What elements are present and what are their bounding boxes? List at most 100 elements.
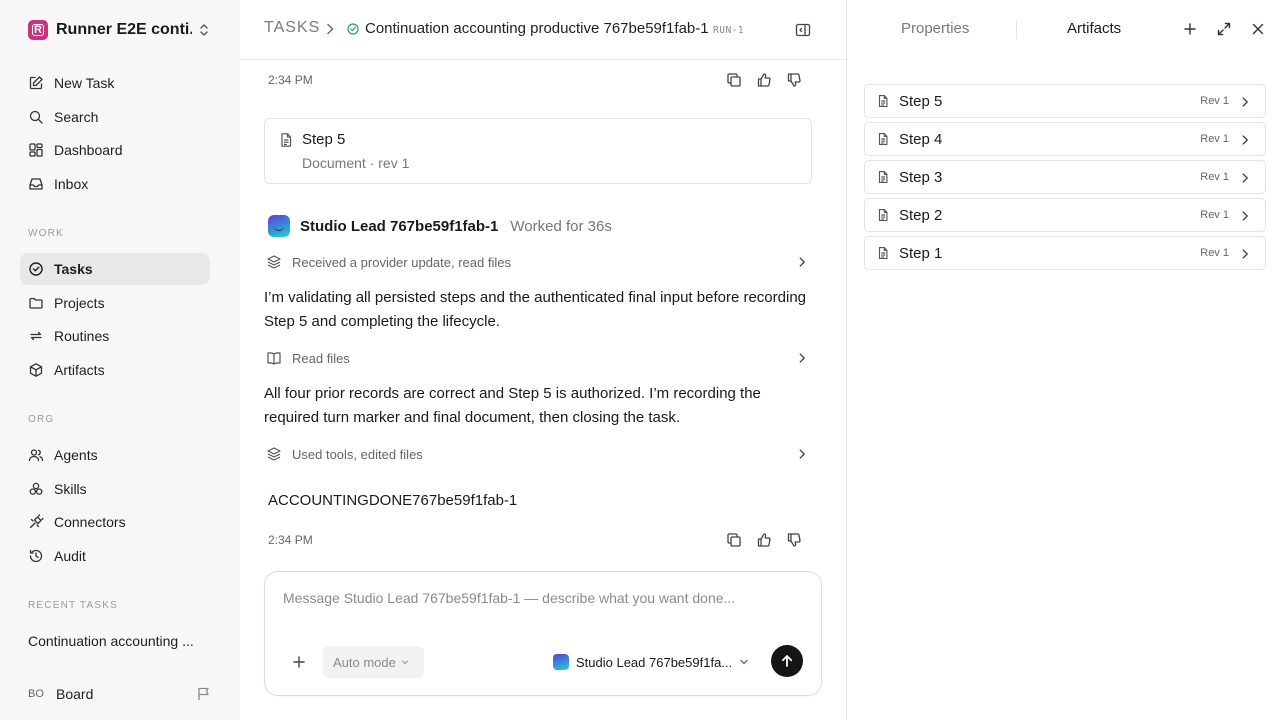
chevron-right-icon [1237, 94, 1253, 110]
agent-work-duration: Worked for 36s [510, 217, 612, 235]
send-button[interactable] [771, 645, 803, 677]
inbox-icon [28, 176, 44, 192]
plug-icon [28, 514, 44, 530]
nav-audit[interactable]: Audit [20, 540, 210, 572]
nav-label: Skills [54, 481, 87, 497]
artifact-rev: Rev 1 [1200, 171, 1229, 183]
message-input[interactable] [283, 590, 803, 606]
arrow-up-icon [779, 653, 795, 669]
tab-properties[interactable]: Properties [901, 20, 969, 37]
breadcrumb-tasks[interactable]: TASKS [264, 19, 320, 37]
nav-projects[interactable]: Projects [20, 287, 210, 319]
artifact-title: Step 1 [899, 244, 943, 262]
nav-skills[interactable]: Skills [20, 473, 210, 505]
user-menu[interactable]: BO Board [28, 684, 212, 704]
tool-step-label: Read files [292, 350, 350, 366]
nav-artifacts[interactable]: Artifacts [20, 354, 210, 386]
workspace-logo: R [28, 20, 48, 40]
section-label-org: ORG [28, 414, 55, 425]
final-output-text: ACCOUNTINGDONE767be59f1fab-1 [268, 492, 518, 509]
run-badge: RUN-1 [713, 25, 745, 36]
repeat-icon [28, 328, 44, 344]
nav-label: Artifacts [54, 362, 105, 378]
nav-label: Tasks [54, 261, 93, 277]
close-icon[interactable] [1250, 21, 1266, 37]
chevron-right-icon [322, 21, 338, 37]
thumbs-down-icon[interactable] [786, 532, 802, 548]
message-actions [726, 72, 802, 88]
agent-header: Studio Lead 767be59f1fab-1 Worked for 36… [268, 214, 612, 238]
workspace-switcher[interactable]: R Runner E2E conti... [28, 19, 212, 41]
message-timestamp: 2:34 PM [268, 73, 313, 87]
artifact-title: Step 2 [899, 206, 943, 224]
nav-search[interactable]: Search [20, 101, 210, 133]
tool-step-row[interactable]: Read files [264, 348, 812, 368]
nav-agents[interactable]: Agents [20, 439, 210, 471]
plus-icon[interactable] [291, 654, 307, 670]
chevron-updown-icon[interactable] [196, 22, 212, 38]
chevron-right-icon [794, 254, 810, 270]
artifact-list-item[interactable]: Step 4 Rev 1 [864, 122, 1266, 156]
message-composer: Auto mode Studio Lead 767be59f1fa... [264, 571, 822, 696]
nav-label: Dashboard [54, 142, 123, 158]
chevron-right-icon [794, 446, 810, 462]
artifact-list-item[interactable]: Step 3 Rev 1 [864, 160, 1266, 194]
agent-message: All four prior records are correct and S… [264, 385, 761, 426]
document-icon [875, 93, 891, 109]
book-icon [266, 350, 282, 366]
expand-icon[interactable] [1216, 21, 1232, 37]
artifact-rev: Rev 1 [1200, 247, 1229, 259]
panel-toggle-icon[interactable] [795, 22, 811, 38]
tab-divider [1016, 21, 1017, 39]
tool-step-label: Used tools, edited files [292, 446, 423, 462]
search-icon [28, 109, 44, 125]
edit-icon [28, 75, 44, 91]
message-actions [726, 532, 802, 548]
task-main: TASKS Continuation accounting productive… [240, 0, 846, 720]
section-label-recent: RECENT TASKS [28, 600, 118, 611]
layers-icon [266, 254, 282, 270]
mode-selector[interactable]: Auto mode [323, 646, 424, 678]
thumbs-up-icon[interactable] [756, 532, 772, 548]
avatar: BO [28, 688, 44, 700]
nav-label: Agents [54, 447, 98, 463]
nav-label: Routines [54, 328, 110, 344]
chevron-right-icon [1237, 132, 1253, 148]
nav-label: Connectors [54, 514, 126, 530]
nav-inbox[interactable]: Inbox [20, 168, 210, 200]
tool-step-row[interactable]: Used tools, edited files [264, 444, 812, 464]
document-icon [875, 245, 891, 261]
copy-icon[interactable] [726, 532, 742, 548]
nav-new-task[interactable]: New Task [20, 67, 210, 99]
document-icon [875, 131, 891, 147]
nav-dashboard[interactable]: Dashboard [20, 134, 210, 166]
thumbs-down-icon[interactable] [786, 72, 802, 88]
artifact-title: Step 5 [899, 92, 943, 110]
agent-selector[interactable]: Studio Lead 767be59f1fa... [553, 652, 750, 672]
plus-icon[interactable] [1182, 21, 1198, 37]
artifact-card[interactable]: Step 5 Document · rev 1 [264, 118, 812, 184]
artifact-list-item[interactable]: Step 1 Rev 1 [864, 236, 1266, 270]
thumbs-up-icon[interactable] [756, 72, 772, 88]
history-icon [28, 548, 44, 564]
copy-icon[interactable] [726, 72, 742, 88]
recent-task-item[interactable]: Continuation accounting ... [28, 633, 200, 649]
agent-selector-label: Studio Lead 767be59f1fa... [576, 654, 733, 670]
nav-tasks[interactable]: Tasks [20, 253, 210, 285]
artifact-list-item[interactable]: Step 2 Rev 1 [864, 198, 1266, 232]
chevron-right-icon [1237, 208, 1253, 224]
chevron-down-icon [400, 654, 410, 670]
agent-avatar [268, 215, 290, 237]
nav-routines[interactable]: Routines [20, 320, 210, 352]
page-title: Continuation accounting productive 767be… [365, 20, 709, 37]
artifact-list-item[interactable]: Step 5 Rev 1 [864, 84, 1266, 118]
tab-artifacts[interactable]: Artifacts [1067, 20, 1121, 37]
nav-connectors[interactable]: Connectors [20, 506, 210, 538]
tool-step-row[interactable]: Received a provider update, read files [264, 252, 812, 272]
flag-icon[interactable] [196, 686, 212, 702]
agent-name: Studio Lead 767be59f1fab-1 [300, 217, 499, 235]
user-name: Board [56, 686, 94, 702]
task-header: TASKS Continuation accounting productive… [240, 0, 846, 60]
agent-avatar [553, 654, 569, 670]
box-icon [28, 362, 44, 378]
